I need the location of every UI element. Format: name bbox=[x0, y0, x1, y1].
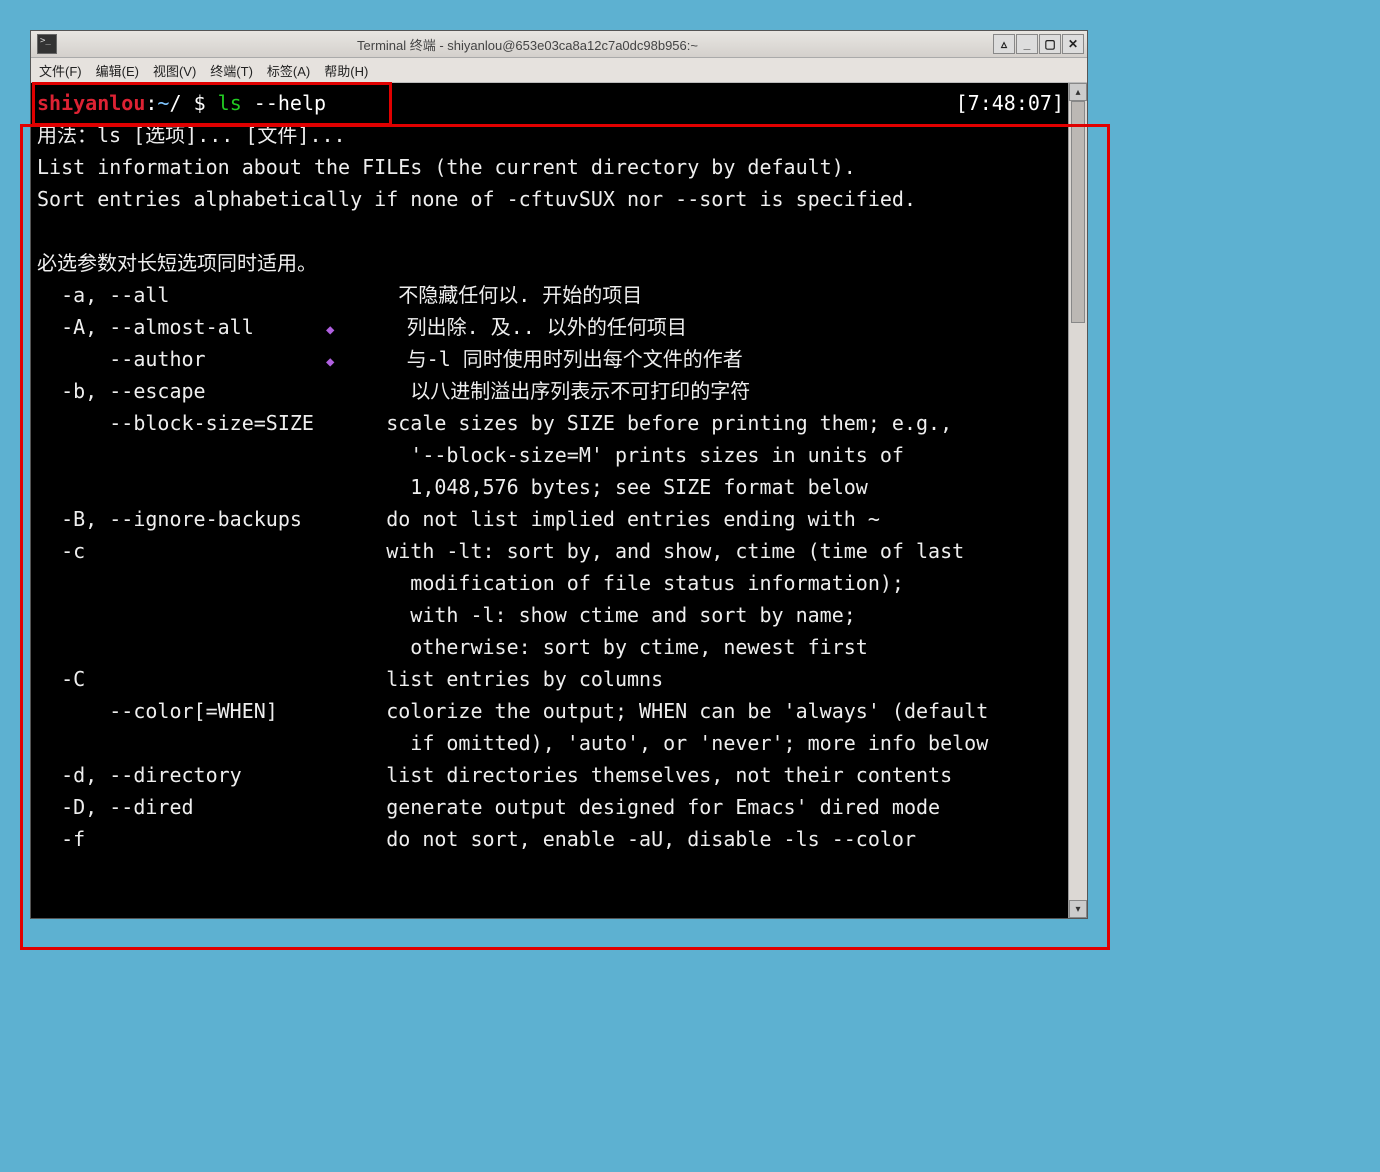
output-line: -b, --escape 以八进制溢出序列表示不可打印的字符 bbox=[37, 379, 750, 403]
menu-terminal[interactable]: 终端(T) bbox=[210, 61, 253, 80]
output-line: 不隐藏任何以. 开始的项目 bbox=[326, 283, 642, 307]
output-line: -D, --dired generate output designed for… bbox=[37, 795, 940, 819]
output-line: 列出除. 及.. 以外的任何项目 bbox=[334, 315, 686, 339]
output-line: -d, --directory list directories themsel… bbox=[37, 763, 952, 787]
menu-tabs[interactable]: 标签(A) bbox=[267, 61, 310, 80]
output-line: -B, --ignore-backups do not list implied… bbox=[37, 507, 880, 531]
prompt-command: ls bbox=[218, 91, 242, 115]
output-line: '--block-size=M' prints sizes in units o… bbox=[37, 443, 904, 467]
terminal-app-icon bbox=[37, 34, 57, 54]
output-line: Sort entries alphabetically if none of -… bbox=[37, 187, 916, 211]
prompt-clock: [7:48:07] bbox=[956, 87, 1064, 119]
output-line: --author bbox=[37, 347, 326, 371]
menu-file[interactable]: 文件(F) bbox=[39, 61, 82, 80]
shade-button[interactable]: ▵ bbox=[993, 34, 1015, 54]
prompt-user: shiyanlou bbox=[37, 91, 145, 115]
output-line: 用法：ls [选项]... [文件]... bbox=[37, 123, 346, 147]
output-line: -c with -lt: sort by, and show, ctime (t… bbox=[37, 539, 964, 563]
output-line: otherwise: sort by ctime, newest first bbox=[37, 635, 868, 659]
output-line: 与-l 同时使用时列出每个文件的作者 bbox=[334, 347, 742, 371]
output-line: List information about the FILEs (the cu… bbox=[37, 155, 856, 179]
prompt-tilde: ~ bbox=[157, 91, 169, 115]
terminal-window: Terminal 终端 - shiyanlou@653e03ca8a12c7a0… bbox=[30, 30, 1088, 919]
output-line: if omitted), 'auto', or 'never'; more in… bbox=[37, 731, 988, 755]
window-controls: ▵ _ ▢ ✕ bbox=[992, 34, 1084, 54]
output-line: --block-size=SIZE scale sizes by SIZE be… bbox=[37, 411, 952, 435]
output-line: 1,048,576 bytes; see SIZE format below bbox=[37, 475, 868, 499]
output-line: modification of file status information)… bbox=[37, 571, 904, 595]
prompt-args: --help bbox=[242, 91, 326, 115]
output-line: -f do not sort, enable -aU, disable -ls … bbox=[37, 827, 916, 851]
titlebar[interactable]: Terminal 终端 - shiyanlou@653e03ca8a12c7a0… bbox=[31, 31, 1087, 58]
maximize-button[interactable]: ▢ bbox=[1039, 34, 1061, 54]
output-line: -C list entries by columns bbox=[37, 667, 663, 691]
output-line: with -l: show ctime and sort by name; bbox=[37, 603, 856, 627]
menubar: 文件(F) 编辑(E) 视图(V) 终端(T) 标签(A) 帮助(H) bbox=[31, 58, 1087, 83]
prompt-slash: / bbox=[169, 91, 193, 115]
prompt-dollar: $ bbox=[194, 91, 218, 115]
output-line: --color[=WHEN] colorize the output; WHEN… bbox=[37, 699, 988, 723]
output-line: 必选参数对长短选项同时适用。 bbox=[37, 251, 317, 275]
terminal-content[interactable]: shiyanlou:~/ $ ls --help [7:48:07] 用法：ls [… bbox=[31, 83, 1068, 918]
minimize-button[interactable]: _ bbox=[1016, 34, 1038, 54]
scroll-thumb[interactable] bbox=[1071, 101, 1085, 323]
scroll-up-icon[interactable]: ▴ bbox=[1069, 83, 1087, 101]
menu-edit[interactable]: 编辑(E) bbox=[96, 61, 139, 80]
scroll-down-icon[interactable]: ▾ bbox=[1069, 900, 1087, 918]
output-line: -a, --all bbox=[37, 283, 326, 307]
close-button[interactable]: ✕ bbox=[1062, 34, 1084, 54]
output-line: -A, --almost-all bbox=[37, 315, 326, 339]
prompt-sep: : bbox=[145, 91, 157, 115]
menu-view[interactable]: 视图(V) bbox=[153, 61, 196, 80]
scrollbar[interactable]: ▴ ▾ bbox=[1068, 83, 1087, 918]
menu-help[interactable]: 帮助(H) bbox=[324, 61, 368, 80]
terminal-area: shiyanlou:~/ $ ls --help [7:48:07] 用法：ls [… bbox=[31, 83, 1087, 918]
window-title: Terminal 终端 - shiyanlou@653e03ca8a12c7a0… bbox=[63, 35, 992, 54]
